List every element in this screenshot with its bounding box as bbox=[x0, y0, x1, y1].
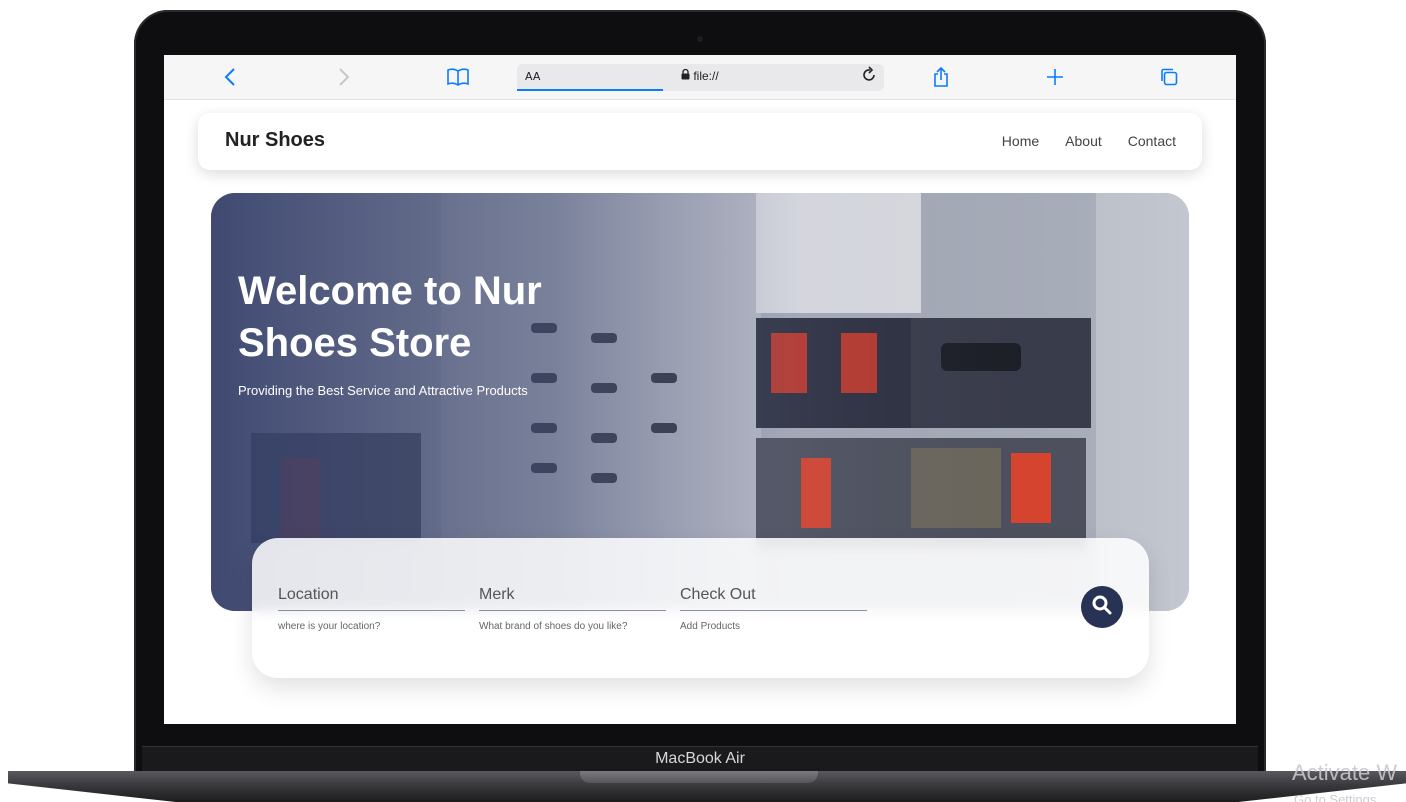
nav-links: Home About Contact bbox=[1002, 133, 1176, 149]
address-text: file:// bbox=[693, 69, 719, 83]
tabs-icon[interactable] bbox=[1157, 65, 1181, 89]
load-progress bbox=[517, 89, 663, 91]
device-label: MacBook Air bbox=[655, 750, 745, 767]
location-hint: where is your location? bbox=[278, 621, 381, 632]
brand-field[interactable]: Merk What brand of shoes do you like? bbox=[479, 586, 666, 632]
browser-screen: AA file:// Nur Shoes Home About Contact … bbox=[164, 55, 1236, 724]
search-icon bbox=[1092, 595, 1112, 619]
reader-button[interactable]: AA bbox=[525, 70, 540, 83]
hero-subtitle: Providing the Best Service and Attractiv… bbox=[238, 383, 528, 398]
site-brand[interactable]: Nur Shoes bbox=[225, 129, 325, 152]
plus-icon[interactable] bbox=[1043, 65, 1067, 89]
share-icon[interactable] bbox=[929, 65, 953, 89]
location-label[interactable]: Location bbox=[278, 586, 465, 611]
search-panel: Location where is your location? Merk Wh… bbox=[252, 538, 1149, 678]
browser-toolbar: AA file:// bbox=[164, 55, 1236, 100]
brand-hint: What brand of shoes do you like? bbox=[479, 621, 628, 632]
stage: AA file:// Nur Shoes Home About Contact … bbox=[0, 0, 1406, 802]
lock-icon bbox=[681, 68, 693, 83]
reload-icon[interactable] bbox=[862, 66, 876, 87]
checkout-hint: Add Products bbox=[680, 621, 741, 632]
nav-contact-link[interactable]: Contact bbox=[1128, 133, 1176, 149]
camera-icon bbox=[697, 36, 703, 42]
laptop-notch bbox=[580, 771, 818, 783]
chevron-right-icon[interactable] bbox=[332, 65, 356, 89]
checkout-field[interactable]: Check Out Add Products bbox=[680, 586, 867, 632]
nav-home-link[interactable]: Home bbox=[1002, 133, 1039, 149]
location-field[interactable]: Location where is your location? bbox=[278, 586, 465, 632]
brand-label[interactable]: Merk bbox=[479, 586, 666, 611]
os-watermark-sub: Go to Settings bbox=[1294, 792, 1377, 802]
chevron-left-icon[interactable] bbox=[218, 65, 242, 89]
address-bar[interactable]: AA file:// bbox=[517, 64, 884, 91]
address-text-wrap: file:// bbox=[681, 68, 719, 83]
nav-about-link[interactable]: About bbox=[1065, 133, 1102, 149]
os-watermark: Activate W bbox=[1292, 760, 1398, 785]
book-icon[interactable] bbox=[446, 65, 470, 89]
checkout-label[interactable]: Check Out bbox=[680, 586, 867, 611]
search-button[interactable] bbox=[1081, 586, 1123, 628]
site-navbar: Nur Shoes Home About Contact bbox=[198, 113, 1202, 170]
hero-title: Welcome to Nur Shoes Store bbox=[238, 269, 542, 365]
